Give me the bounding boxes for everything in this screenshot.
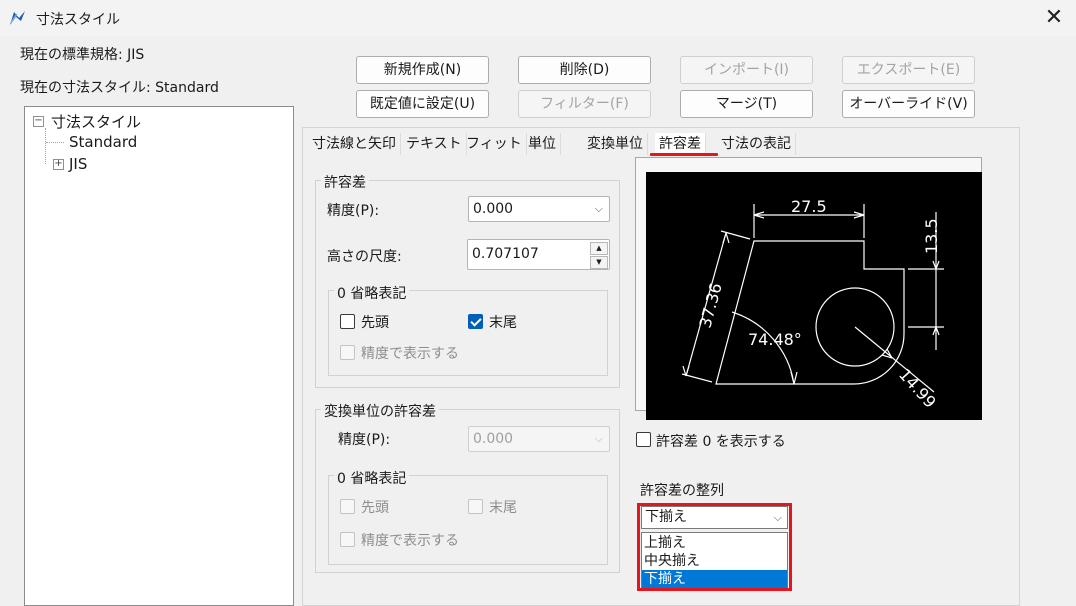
merge-button[interactable]: マージ(T)	[680, 90, 813, 118]
by-precision-checkbox[interactable]	[340, 345, 355, 360]
import-button[interactable]: インポート(I)	[680, 56, 813, 84]
title-bar: 寸法スタイル ✕	[0, 0, 1076, 36]
dimension-style-dialog: 寸法スタイル ✕ 現在の標準規格: JIS 現在の寸法スタイル: Standar…	[0, 0, 1076, 606]
tree-item-standard[interactable]: Standard	[69, 133, 137, 151]
alt-leading-label: 先頭	[361, 500, 389, 516]
precision-value: 0.000	[473, 201, 514, 217]
by-precision-label: 精度で表示する	[361, 346, 459, 362]
alt-trailing-checkbox[interactable]	[468, 499, 483, 514]
spin-up-icon[interactable]: ▲	[590, 242, 608, 255]
chevron-down-icon: ⌵	[594, 202, 603, 215]
alt-precision-select[interactable]: 0.000 ⌵	[468, 426, 610, 452]
precision-select[interactable]: 0.000 ⌵	[468, 196, 610, 222]
tab-dimension-lines[interactable]: 寸法線と矢印	[308, 133, 401, 155]
export-button[interactable]: エクスポート(E)	[842, 56, 975, 84]
height-scale-label: 高さの尺度:	[327, 249, 402, 265]
app-logo-icon	[10, 11, 25, 25]
show-zero-checkbox[interactable]	[636, 432, 651, 447]
alt-trailing-label: 末尾	[489, 500, 517, 516]
alignment-highlight-box	[637, 503, 792, 591]
tab-fit[interactable]: フィット	[462, 133, 527, 155]
alt-precision-value: 0.000	[473, 431, 514, 447]
show-zero-label: 許容差 0 を表示する	[656, 434, 786, 450]
dim-top-label: 27.5	[791, 197, 827, 216]
active-tab-highlight	[650, 153, 718, 156]
tab-alternate-units[interactable]: 変換単位	[583, 133, 648, 155]
tree-item-root[interactable]: 寸法スタイル	[51, 111, 141, 132]
height-scale-value: 0.707107	[472, 246, 539, 262]
trailing-label: 末尾	[489, 315, 517, 331]
tree-connector	[45, 128, 46, 164]
dimension-preview: 27.5 13.5 37.36 74.48° 14.99	[646, 172, 982, 420]
tolerance-group-title: 許容差	[321, 172, 369, 192]
close-button[interactable]: ✕	[1040, 4, 1068, 32]
trailing-checkbox[interactable]	[468, 314, 483, 329]
leading-label: 先頭	[361, 315, 389, 331]
alt-leading-checkbox[interactable]	[340, 499, 355, 514]
set-default-button[interactable]: 既定値に設定(U)	[356, 90, 489, 118]
tab-tolerances[interactable]: 許容差	[655, 133, 706, 155]
chevron-down-icon: ⌵	[594, 432, 603, 445]
filter-button[interactable]: フィルター(F)	[518, 90, 651, 118]
alt-tolerance-group-title: 変換単位の許容差	[321, 401, 439, 421]
dim-left-label: 37.36	[696, 281, 726, 330]
zero-suppression-title: 0 省略表記	[334, 283, 410, 303]
alt-zero-suppression-group	[328, 475, 608, 565]
spin-down-icon[interactable]: ▼	[590, 256, 608, 269]
alt-by-precision-checkbox[interactable]	[340, 532, 355, 547]
tab-text[interactable]: テキスト	[402, 133, 467, 155]
current-standard-text: 現在の標準規格: JIS	[20, 47, 145, 63]
dim-angle-label: 74.48°	[748, 330, 802, 349]
tab-units[interactable]: 単位	[524, 133, 561, 155]
collapse-icon[interactable]: −	[33, 116, 44, 127]
alt-precision-label: 精度(P):	[338, 432, 391, 448]
dim-radius-label: 14.99	[895, 365, 940, 412]
tab-dimension-notation[interactable]: 寸法の表記	[717, 133, 796, 155]
alt-by-precision-label: 精度で表示する	[361, 533, 459, 549]
leading-checkbox[interactable]	[340, 314, 355, 329]
alignment-label: 許容差の整列	[640, 483, 724, 499]
current-style-text: 現在の寸法スタイル: Standard	[20, 80, 219, 96]
new-button[interactable]: 新規作成(N)	[356, 56, 489, 84]
override-button[interactable]: オーバーライド(V)	[842, 90, 975, 118]
window-title: 寸法スタイル	[36, 12, 120, 28]
tree-connector	[46, 142, 64, 143]
dim-right-label: 13.5	[922, 218, 941, 254]
tree-item-jis[interactable]: JIS	[69, 155, 87, 173]
delete-button[interactable]: 削除(D)	[518, 56, 651, 84]
alt-zero-suppression-title: 0 省略表記	[334, 468, 410, 488]
style-tree[interactable]: − 寸法スタイル Standard + JIS	[24, 106, 294, 606]
precision-label: 精度(P):	[327, 203, 380, 219]
expand-icon[interactable]: +	[53, 159, 64, 170]
height-scale-input[interactable]: 0.707107 ▲ ▼	[467, 239, 610, 270]
